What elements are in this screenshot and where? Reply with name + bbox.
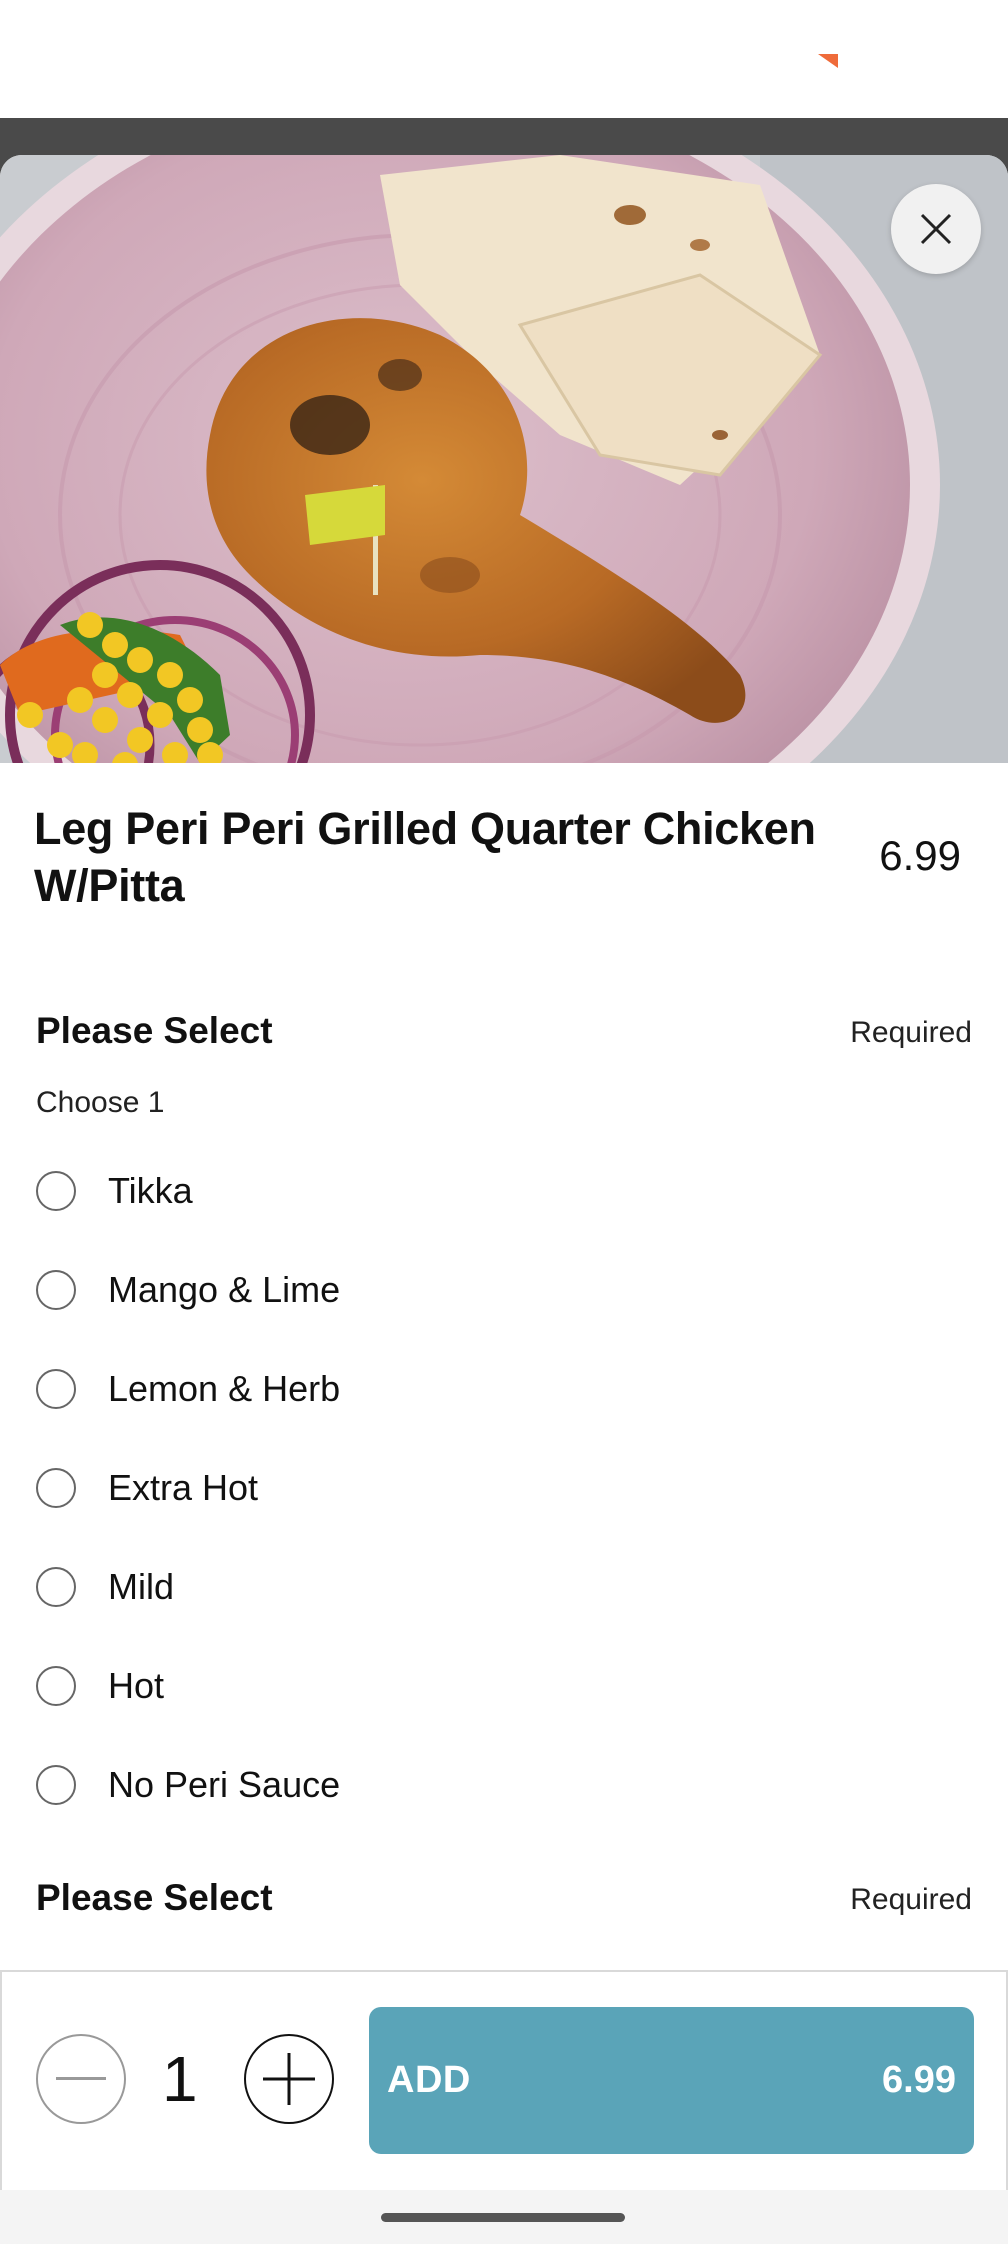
radio-button[interactable] <box>36 1270 76 1310</box>
group-title: Please Select <box>36 1010 273 1051</box>
close-icon <box>920 213 952 245</box>
option-label: Extra Hot <box>108 1467 259 1508</box>
option-label: No Peri Sauce <box>108 1764 341 1805</box>
option-label: Mild <box>108 1566 175 1607</box>
required-label: Required <box>850 1016 972 1049</box>
close-button[interactable] <box>891 184 981 274</box>
radio-button[interactable] <box>36 1171 76 1211</box>
option-hot[interactable]: Hot <box>36 1656 164 1716</box>
add-to-cart-bar: 1 ADD 6.99 <box>0 1970 1008 2190</box>
home-indicator[interactable] <box>381 2213 625 2222</box>
add-button-label: ADD <box>387 2059 471 2101</box>
add-to-cart-button[interactable]: ADD 6.99 <box>369 2007 974 2154</box>
option-label: Mango & Lime <box>108 1269 341 1310</box>
radio-button[interactable] <box>36 1468 76 1508</box>
item-price: 6.99 <box>879 832 961 879</box>
option-label: Tikka <box>108 1170 193 1211</box>
item-detail-sheet: Leg Peri Peri Grilled Quarter Chicken W/… <box>0 155 1008 2244</box>
option-group-2: Please Select Required <box>36 1877 972 1919</box>
radio-button[interactable] <box>36 1765 76 1805</box>
option-group-1: Please Select Required Choose 1 <box>36 1010 972 1120</box>
item-header: Leg Peri Peri Grilled Quarter Chicken W/… <box>34 800 974 914</box>
increase-quantity-button[interactable] <box>244 2034 334 2124</box>
option-no-peri-sauce[interactable]: No Peri Sauce <box>36 1755 340 1815</box>
group-title: Please Select <box>36 1877 273 1918</box>
option-mango-lime[interactable]: Mango & Lime <box>36 1260 340 1320</box>
choose-instruction: Choose 1 <box>36 1086 165 1119</box>
radio-button[interactable] <box>36 1369 76 1409</box>
option-lemon-herb[interactable]: Lemon & Herb <box>36 1359 340 1419</box>
radio-button[interactable] <box>36 1666 76 1706</box>
option-mild[interactable]: Mild <box>36 1557 174 1617</box>
option-extra-hot[interactable]: Extra Hot <box>36 1458 258 1518</box>
status-area <box>0 0 1008 118</box>
decrease-quantity-button[interactable] <box>36 2034 126 2124</box>
plus-icon <box>263 2053 315 2105</box>
add-button-price: 6.99 <box>882 2059 956 2101</box>
option-label: Hot <box>108 1665 165 1706</box>
item-image <box>0 155 1008 763</box>
option-label: Lemon & Herb <box>108 1368 341 1409</box>
quantity-value: 1 <box>162 2043 198 2115</box>
item-title: Leg Peri Peri Grilled Quarter Chicken W/… <box>34 803 816 911</box>
minus-icon <box>56 2077 106 2080</box>
option-tikka[interactable]: Tikka <box>36 1161 193 1221</box>
accent-mark <box>818 54 838 68</box>
radio-button[interactable] <box>36 1567 76 1607</box>
required-label: Required <box>850 1883 972 1916</box>
